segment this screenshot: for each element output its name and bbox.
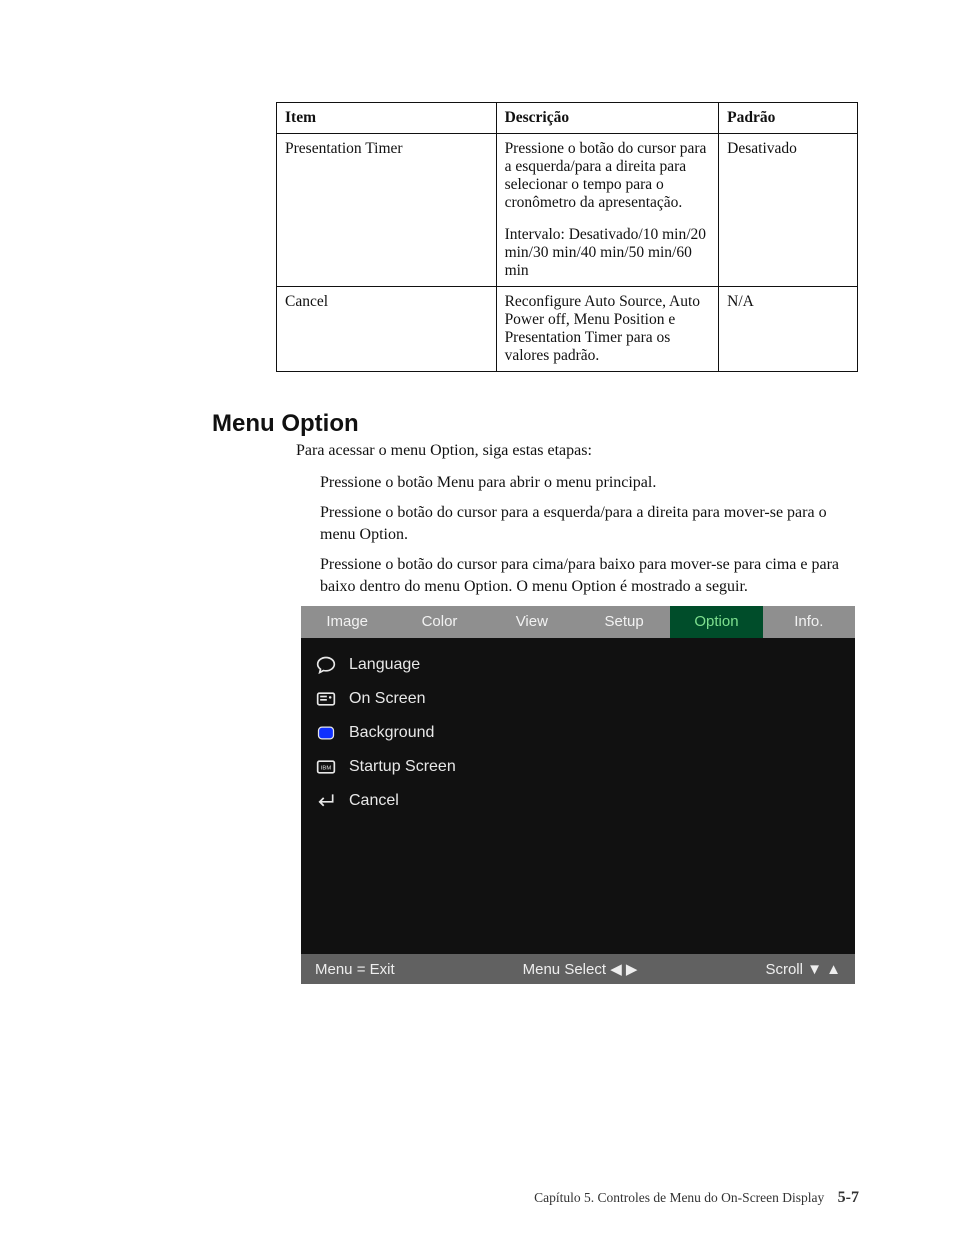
osd-item-cancel[interactable]: Cancel bbox=[315, 784, 841, 818]
osd-tab-bar: Image Color View Setup Option Info. bbox=[301, 606, 855, 638]
osd-item-background[interactable]: Background bbox=[315, 716, 841, 750]
osd-item-label: Startup Screen bbox=[349, 758, 456, 776]
return-arrow-icon bbox=[315, 790, 337, 812]
osd-item-label: On Screen bbox=[349, 690, 425, 708]
osd-item-language[interactable]: Language bbox=[315, 648, 841, 682]
osd-tab-info[interactable]: Info. bbox=[763, 606, 855, 638]
page-number: 5-7 bbox=[838, 1189, 859, 1206]
th-desc: Descrição bbox=[496, 103, 719, 134]
osd-footer-left: Menu = Exit bbox=[315, 961, 395, 978]
background-icon bbox=[315, 722, 337, 744]
osd-tab-image[interactable]: Image bbox=[301, 606, 393, 638]
cell-item: Presentation Timer bbox=[277, 134, 497, 287]
osd-item-list: Language On Screen Background IBM Startu… bbox=[301, 638, 855, 818]
osd-tab-setup[interactable]: Setup bbox=[578, 606, 670, 638]
osd-item-startup-screen[interactable]: IBM Startup Screen bbox=[315, 750, 841, 784]
osd-item-label: Language bbox=[349, 656, 420, 674]
page-footer-chapter: Capítulo 5. Controles de Menu do On-Scre… bbox=[534, 1190, 824, 1205]
cell-desc-p1: Reconfigure Auto Source, Auto Power off,… bbox=[505, 293, 711, 365]
cell-desc-p2: Intervalo: Desativado/10 min/20 min/30 m… bbox=[505, 226, 711, 280]
cell-padrao: N/A bbox=[719, 287, 858, 372]
onscreen-icon bbox=[315, 688, 337, 710]
osd-footer-right-label: Scroll bbox=[765, 961, 803, 978]
osd-screenshot: Image Color View Setup Option Info. Lang… bbox=[301, 606, 855, 984]
cell-desc: Pressione o botão do cursor para a esque… bbox=[496, 134, 719, 287]
table-row: Presentation Timer Pressione o botão do … bbox=[277, 134, 858, 287]
speech-bubble-icon bbox=[315, 654, 337, 676]
section-lead: Para acessar o menu Option, siga estas e… bbox=[296, 440, 856, 462]
section-step-1: Pressione o botão Menu para abrir o menu… bbox=[320, 472, 856, 494]
section-heading-menu-option: Menu Option bbox=[212, 410, 359, 438]
section-step-2: Pressione o botão do cursor para a esque… bbox=[320, 502, 856, 545]
startup-screen-icon: IBM bbox=[315, 756, 337, 778]
table-row: Cancel Reconfigure Auto Source, Auto Pow… bbox=[277, 287, 858, 372]
th-padrao: Padrão bbox=[719, 103, 858, 134]
osd-item-label: Cancel bbox=[349, 792, 399, 810]
osd-tab-color[interactable]: Color bbox=[393, 606, 485, 638]
svg-text:IBM: IBM bbox=[321, 766, 332, 772]
page-footer: Capítulo 5. Controles de Menu do On-Scre… bbox=[0, 1189, 859, 1207]
triangle-left-right-icon: ◀ ▶ bbox=[610, 961, 637, 978]
osd-footer-right: Scroll ▼ ▲ bbox=[765, 961, 841, 978]
cell-item: Cancel bbox=[277, 287, 497, 372]
osd-item-label: Background bbox=[349, 724, 434, 742]
cell-desc: Reconfigure Auto Source, Auto Power off,… bbox=[496, 287, 719, 372]
section-step-3: Pressione o botão do cursor para cima/pa… bbox=[320, 554, 856, 597]
osd-tab-option[interactable]: Option bbox=[670, 606, 762, 638]
osd-footer-mid-label: Menu Select bbox=[523, 961, 606, 978]
settings-table: Item Descrição Padrão Presentation Timer… bbox=[276, 102, 858, 372]
triangle-up-down-icon: ▼ ▲ bbox=[807, 961, 841, 978]
osd-tab-view[interactable]: View bbox=[486, 606, 578, 638]
osd-footer-bar: Menu = Exit Menu Select ◀ ▶ Scroll ▼ ▲ bbox=[301, 954, 855, 984]
osd-item-onscreen[interactable]: On Screen bbox=[315, 682, 841, 716]
osd-footer-middle: Menu Select ◀ ▶ bbox=[395, 960, 766, 978]
cell-desc-p1: Pressione o botão do cursor para a esque… bbox=[505, 140, 711, 212]
th-item: Item bbox=[277, 103, 497, 134]
cell-padrao: Desativado bbox=[719, 134, 858, 287]
